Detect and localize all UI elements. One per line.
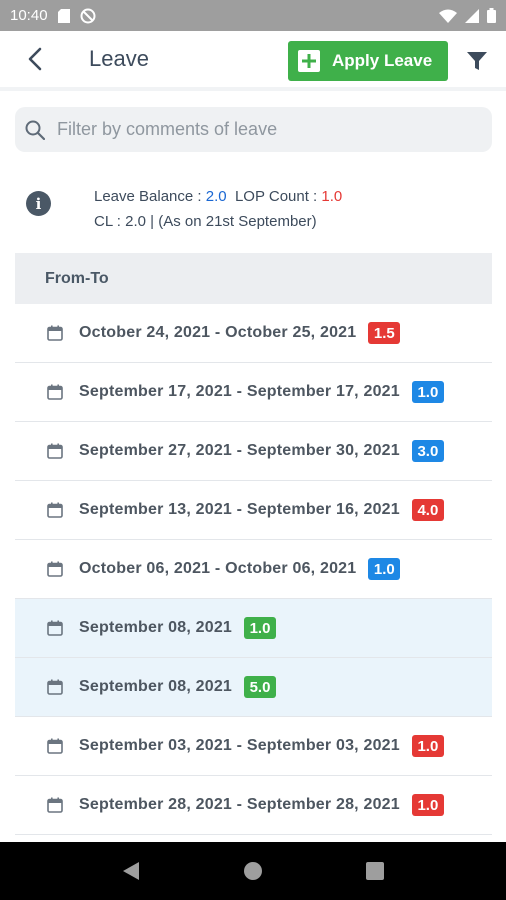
- leave-days-badge: 4.0: [411, 499, 444, 521]
- app-bar: Leave Apply Leave: [0, 31, 506, 91]
- leave-dates: October 24, 2021 - October 25, 2021: [79, 324, 357, 341]
- leave-days-badge: 3.0: [411, 440, 444, 462]
- leave-days-badge: 1.5: [368, 322, 401, 344]
- wifi-icon: [439, 9, 457, 23]
- back-arrow-icon: [28, 47, 42, 71]
- nav-back-button[interactable]: [116, 856, 146, 886]
- leave-row[interactable]: October 06, 2021 - October 06, 2021 1.0: [15, 540, 492, 599]
- leave-dates: September 08, 2021: [79, 678, 233, 695]
- no-sync-icon: [80, 8, 96, 23]
- leave-row[interactable]: September 27, 2021 - September 30, 2021 3…: [15, 422, 492, 481]
- battery-icon: [487, 8, 496, 23]
- apply-leave-button[interactable]: Apply Leave: [288, 41, 448, 81]
- leave-balance-value: 2.0: [205, 188, 227, 205]
- calendar-icon: [47, 620, 63, 636]
- calendar-icon: [47, 797, 63, 813]
- calendar-icon: [47, 738, 63, 754]
- leave-row[interactable]: September 08, 2021 5.0: [15, 658, 492, 717]
- leave-row[interactable]: September 03, 2021 - September 03, 2021 1…: [15, 717, 492, 776]
- system-nav-bar: [0, 842, 506, 900]
- plus-icon: [298, 50, 320, 72]
- balance-line: Leave Balance : 2.0 LOP Count : 1.0: [94, 188, 342, 205]
- leave-balance-label: Leave Balance :: [94, 188, 202, 205]
- leave-dates: September 27, 2021 - September 30, 2021: [79, 442, 400, 459]
- search-input[interactable]: [57, 119, 457, 140]
- table-header: From-To: [15, 253, 492, 304]
- nav-back-icon: [123, 862, 139, 880]
- calendar-icon: [47, 325, 63, 341]
- apply-leave-label: Apply Leave: [332, 51, 433, 70]
- leave-dates: September 13, 2021 - September 16, 2021: [79, 501, 400, 518]
- leave-days-badge: 1.0: [411, 794, 444, 816]
- leave-dates: September 03, 2021 - September 03, 2021: [79, 737, 400, 754]
- leave-dates: September 17, 2021 - September 17, 2021: [79, 383, 400, 400]
- cl-line: CL : 2.0 | (As on 21st September): [94, 213, 317, 230]
- status-bar: 10:40: [0, 0, 506, 31]
- leave-days-badge: 1.0: [411, 735, 444, 757]
- calendar-icon: [47, 679, 63, 695]
- nav-recents-button[interactable]: [360, 856, 390, 886]
- leave-dates: October 06, 2021 - October 06, 2021: [79, 560, 357, 577]
- nav-recents-icon: [366, 862, 384, 880]
- page-title: Leave: [89, 46, 149, 71]
- filter-button[interactable]: [464, 48, 490, 74]
- leave-days-badge: 1.0: [368, 558, 401, 580]
- leave-days-badge: 5.0: [244, 676, 277, 698]
- status-time: 10:40: [10, 7, 48, 24]
- info-icon: i: [26, 191, 51, 216]
- leave-dates: September 08, 2021: [79, 619, 233, 636]
- leave-row[interactable]: September 08, 2021 1.0: [15, 599, 492, 658]
- search-icon: [25, 120, 45, 140]
- calendar-icon: [47, 561, 63, 577]
- leave-days-badge: 1.0: [411, 381, 444, 403]
- sd-card-icon: [57, 8, 70, 23]
- nav-home-icon: [244, 862, 262, 880]
- leave-balance-info: i Leave Balance : 2.0 LOP Count : 1.0 CL…: [26, 186, 496, 238]
- back-button[interactable]: [15, 39, 55, 79]
- leave-row[interactable]: October 24, 2021 - October 25, 2021 1.5: [15, 304, 492, 363]
- search-bar: [15, 107, 492, 152]
- nav-home-button[interactable]: [238, 856, 268, 886]
- lop-count-value: 1.0: [321, 188, 343, 205]
- lop-count-label: LOP Count :: [234, 188, 318, 205]
- leave-row[interactable]: September 28, 2021 - September 28, 2021 1…: [15, 776, 492, 835]
- calendar-icon: [47, 443, 63, 459]
- filter-icon: [467, 52, 487, 70]
- leave-dates: September 28, 2021 - September 28, 2021: [79, 796, 400, 813]
- leave-days-badge: 1.0: [244, 617, 277, 639]
- leave-row[interactable]: September 13, 2021 - September 16, 2021 4…: [15, 481, 492, 540]
- calendar-icon: [47, 502, 63, 518]
- leave-row[interactable]: September 17, 2021 - September 17, 2021 1…: [15, 363, 492, 422]
- signal-icon: [465, 8, 479, 23]
- leave-list: October 24, 2021 - October 25, 2021 1.5 Se…: [15, 304, 492, 835]
- calendar-icon: [47, 384, 63, 400]
